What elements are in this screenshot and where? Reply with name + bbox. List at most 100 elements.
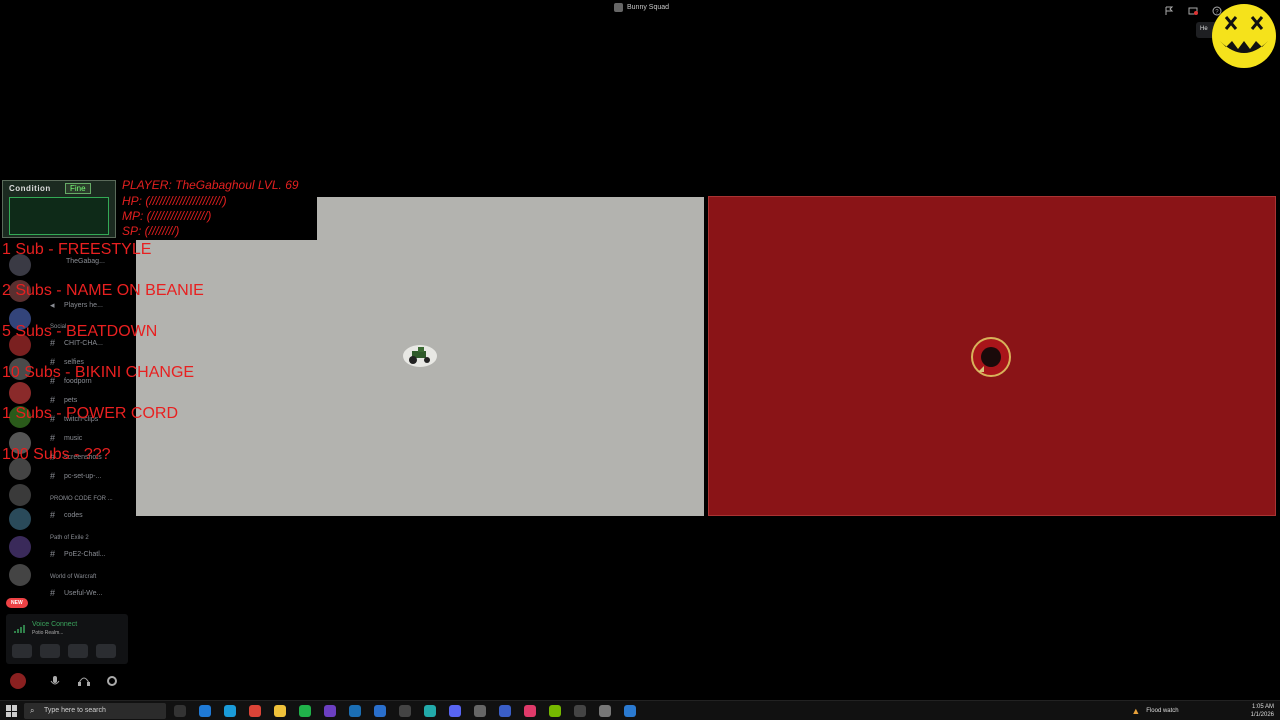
file-explorer-icon[interactable] xyxy=(274,705,286,717)
app-icon[interactable] xyxy=(374,705,386,717)
edge-icon[interactable] xyxy=(224,705,236,717)
smiley-face-icon xyxy=(1212,4,1276,68)
windows-start-icon[interactable] xyxy=(6,705,18,717)
warning-icon: ▲ xyxy=(1131,706,1141,716)
hash-icon: # xyxy=(50,395,56,405)
server-icon-13[interactable] xyxy=(9,564,31,586)
channel-label: pc-set-up-... xyxy=(64,472,102,480)
voice-buttons xyxy=(12,644,116,658)
channel-label: Useful-We... xyxy=(64,589,103,597)
app-icon[interactable] xyxy=(299,705,311,717)
window-title-text: Bunny Squad xyxy=(627,4,670,11)
flag-icon[interactable] xyxy=(1164,3,1174,15)
discord-icon[interactable] xyxy=(449,705,461,717)
search-icon: ⌕ xyxy=(30,706,35,715)
channel-item[interactable]: # pc-set-up-... xyxy=(50,471,101,481)
signal-icon xyxy=(14,625,25,633)
player-name: PLAYER: TheGabaghoul LVL. 69 xyxy=(122,178,299,192)
hash-icon: # xyxy=(50,588,56,598)
clock-date: 1/1/2026 xyxy=(1250,712,1274,718)
hash-icon: # xyxy=(50,510,56,520)
channel-label: pets xyxy=(64,396,78,404)
hash-icon: # xyxy=(50,471,56,481)
condition-screen xyxy=(9,197,109,235)
sub-goal: 10 Subs - BIKINI CHANGE xyxy=(2,364,195,381)
clock-time: 1:05 AM xyxy=(1251,704,1274,710)
condition-box: Condition Fine xyxy=(2,180,116,238)
channel-item[interactable]: # pets xyxy=(50,395,77,405)
app-icon[interactable] xyxy=(624,705,636,717)
category-poe2[interactable]: Path of Exile 2 xyxy=(50,535,89,541)
condition-status: Fine xyxy=(65,183,91,194)
obs-icon[interactable] xyxy=(474,705,486,717)
gear-icon[interactable] xyxy=(106,675,118,687)
weather-text[interactable]: Flood watch xyxy=(1146,708,1178,714)
channel-item[interactable]: # Useful-We... xyxy=(50,588,102,598)
app-icon[interactable] xyxy=(324,705,336,717)
channel-label: music xyxy=(64,434,83,442)
search-placeholder: Type here to search xyxy=(44,707,106,714)
chrome-icon[interactable] xyxy=(249,705,261,717)
screen-share-button[interactable] xyxy=(40,644,60,658)
mp-bar: MP: (/////////////////) xyxy=(122,209,212,223)
bomb-icon xyxy=(971,337,1011,377)
server-icon-11[interactable] xyxy=(9,508,31,530)
channel-item[interactable]: # music xyxy=(50,433,82,443)
category-promo[interactable]: PROMO CODE FOR ... xyxy=(50,496,113,502)
app-icon[interactable] xyxy=(199,705,211,717)
hash-icon: # xyxy=(50,549,56,559)
channel-item[interactable]: # codes xyxy=(50,510,83,520)
app-icon[interactable] xyxy=(399,705,411,717)
nvidia-icon[interactable] xyxy=(549,705,561,717)
voice-channel-label: Players he... xyxy=(64,302,103,309)
sp-bar: SP: (////////) xyxy=(122,224,180,238)
server-icon-10[interactable] xyxy=(9,484,31,506)
taskbar: ⌕ Type here to search ▲ Flood watch 1:05… xyxy=(0,700,1280,720)
sub-goal: 5 Subs - BEATDOWN xyxy=(2,323,158,340)
soundboard-button[interactable] xyxy=(96,644,116,658)
title-bar: Bunny Squad ? xyxy=(0,0,1280,16)
speaker-icon: ◂ xyxy=(50,300,55,310)
new-badge[interactable]: NEW xyxy=(6,598,28,608)
app-icon[interactable] xyxy=(499,705,511,717)
voice-connect-subtitle[interactable]: Potio Realm... xyxy=(32,630,63,636)
voice-connect-title: Voice Connect xyxy=(32,621,78,628)
clock[interactable]: 1:05 AM 1/1/2026 xyxy=(1251,703,1274,719)
microphone-icon[interactable] xyxy=(50,675,60,687)
user-bar xyxy=(6,670,128,692)
app-icon[interactable] xyxy=(524,705,536,717)
app-icon[interactable] xyxy=(574,705,586,717)
tractor-icon xyxy=(403,345,437,367)
channel-label: PoE2-Chatl... xyxy=(64,550,106,558)
app-icon[interactable] xyxy=(599,705,611,717)
window-title: Bunny Squad xyxy=(614,3,669,12)
taskbar-apps xyxy=(174,705,636,717)
headphones-icon[interactable] xyxy=(78,675,90,687)
system-tray: ▲ Flood watch 1:05 AM 1/1/2026 xyxy=(1131,701,1274,720)
channel-label: codes xyxy=(64,511,83,519)
screen-icon[interactable] xyxy=(1188,3,1198,15)
condition-label: Condition xyxy=(9,184,51,193)
avatar[interactable] xyxy=(10,673,26,689)
sub-goal: 100 Subs - ??? xyxy=(2,446,111,463)
user-entry-name: TheGabag... xyxy=(66,258,105,265)
taskbar-search[interactable]: ⌕ Type here to search xyxy=(24,703,166,719)
category-wow[interactable]: World of Warcraft xyxy=(50,574,96,580)
app-icon[interactable] xyxy=(424,705,436,717)
server-icon-12[interactable] xyxy=(9,536,31,558)
hp-bar: HP: (//////////////////////) xyxy=(122,194,227,208)
channel-item[interactable]: # PoE2-Chatl... xyxy=(50,549,106,559)
camera-button[interactable] xyxy=(12,644,32,658)
sub-goal: 2 Subs - NAME ON BEANIE xyxy=(2,282,204,299)
server-icon xyxy=(614,3,623,12)
sub-goal: 1 Sub - FREESTYLE xyxy=(2,241,152,258)
voice-channel-players[interactable]: ◂ Players he... xyxy=(50,300,103,311)
activities-button[interactable] xyxy=(68,644,88,658)
server-icon-6[interactable] xyxy=(9,382,31,404)
app-icon[interactable] xyxy=(349,705,361,717)
user-entry[interactable]: TheGabag... xyxy=(66,258,105,265)
task-view-icon[interactable] xyxy=(174,705,186,717)
hash-icon: # xyxy=(50,433,56,443)
voice-connected-panel: Voice Connect Potio Realm... xyxy=(6,614,128,664)
sub-goal: 1 Subs - POWER CORD xyxy=(2,405,179,422)
